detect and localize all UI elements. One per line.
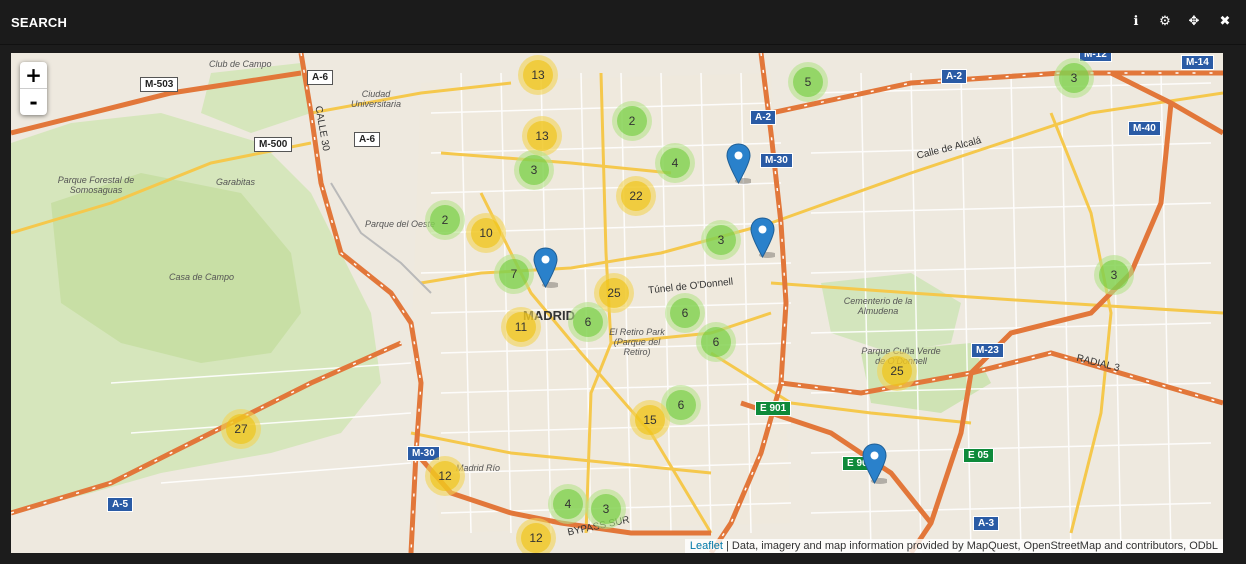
cluster-marker[interactable]: 15 — [630, 400, 670, 440]
map-marker-icon[interactable] — [750, 217, 775, 258]
cluster-count: 15 — [635, 405, 665, 435]
cluster-count: 4 — [553, 489, 583, 519]
cluster-count: 12 — [521, 523, 551, 553]
cluster-marker[interactable]: 3 — [1094, 255, 1134, 295]
close-icon[interactable]: ✖ — [1216, 12, 1234, 30]
leaflet-link[interactable]: Leaflet — [690, 540, 723, 552]
search-window: SEARCH ℹ ⚙ ✥ ✖ Club de Campo Ciudad Univ… — [0, 0, 1246, 564]
cluster-count: 6 — [670, 298, 700, 328]
cluster-marker[interactable]: 4 — [655, 143, 695, 183]
label-somosaguas: Parque Forestal de Somosaguas — [57, 175, 135, 195]
cluster-marker[interactable]: 6 — [665, 293, 705, 333]
cluster-marker[interactable]: 7 — [494, 254, 534, 294]
cluster-marker[interactable]: 3 — [514, 150, 554, 190]
shield-m40: M-40 — [1128, 121, 1161, 136]
shield-e05: E 05 — [963, 448, 994, 463]
cluster-marker[interactable]: 6 — [696, 322, 736, 362]
cluster-count: 6 — [573, 307, 603, 337]
cluster-count: 2 — [430, 205, 460, 235]
label-club-de-campo: Club de Campo — [209, 59, 272, 69]
cluster-marker[interactable]: 3 — [701, 220, 741, 260]
shield-a2: A-2 — [941, 69, 968, 84]
map-marker-icon[interactable] — [862, 443, 887, 484]
zoom-control: + - — [20, 62, 47, 115]
map-attribution: Leaflet | Data, imagery and map informat… — [684, 539, 1223, 553]
cluster-count: 3 — [1059, 63, 1089, 93]
window-title: SEARCH — [11, 15, 68, 30]
shield-m30: M-30 — [760, 153, 793, 168]
zoom-out-button[interactable]: - — [20, 89, 47, 115]
cluster-marker[interactable]: 22 — [616, 176, 656, 216]
label-casa-de-campo: Casa de Campo — [169, 272, 235, 282]
cluster-count: 25 — [882, 356, 912, 386]
shield-m14: M-14 — [1181, 55, 1214, 70]
cluster-count: 27 — [226, 414, 256, 444]
cluster-count: 10 — [471, 218, 501, 248]
map-marker-icon[interactable] — [533, 247, 558, 288]
cluster-count: 25 — [599, 278, 629, 308]
map-marker-icon[interactable] — [726, 143, 751, 184]
cluster-count: 3 — [706, 225, 736, 255]
cluster-marker[interactable]: 13 — [518, 55, 558, 95]
cluster-count: 7 — [499, 259, 529, 289]
cluster-count: 2 — [617, 106, 647, 136]
cluster-count: 3 — [591, 494, 621, 524]
cluster-count: 6 — [701, 327, 731, 357]
shield-m503: M-503 — [140, 77, 179, 92]
cluster-marker[interactable]: 3 — [586, 489, 626, 529]
shield-m23: M-23 — [971, 343, 1004, 358]
cluster-count: 22 — [621, 181, 651, 211]
cluster-count: 3 — [519, 155, 549, 185]
cluster-count: 3 — [1099, 260, 1129, 290]
label-garabitas: Garabitas — [216, 177, 256, 187]
cluster-count: 12 — [430, 461, 460, 491]
title-bar: SEARCH ℹ ⚙ ✥ ✖ — [0, 0, 1246, 45]
info-icon[interactable]: ℹ — [1127, 12, 1145, 30]
shield-m500: M-500 — [254, 137, 293, 152]
gear-icon[interactable]: ⚙ — [1156, 12, 1174, 30]
cluster-marker[interactable]: 6 — [568, 302, 608, 342]
cluster-count: 13 — [523, 60, 553, 90]
label-almudena: Cementerio de la Almudena — [843, 296, 913, 316]
cluster-count: 5 — [793, 67, 823, 97]
label-retiro: El Retiro Park (Parque del Retiro) — [609, 327, 665, 357]
cluster-marker[interactable]: 10 — [466, 213, 506, 253]
cluster-count: 11 — [506, 312, 536, 342]
cluster-marker[interactable]: 3 — [1054, 58, 1094, 98]
shield-a6-b: A-6 — [354, 132, 381, 147]
zoom-in-button[interactable]: + — [20, 62, 47, 89]
move-icon[interactable]: ✥ — [1185, 12, 1203, 30]
cluster-count: 6 — [666, 390, 696, 420]
cluster-marker[interactable]: 12 — [516, 518, 556, 553]
cluster-count: 4 — [660, 148, 690, 178]
cluster-count: 13 — [527, 121, 557, 151]
cluster-marker[interactable]: 2 — [612, 101, 652, 141]
label-ciudad-universitaria: Ciudad Universitaria — [350, 89, 401, 109]
cluster-marker[interactable]: 5 — [788, 62, 828, 102]
cluster-marker[interactable]: 25 — [877, 351, 917, 391]
map-view[interactable]: Club de Campo Ciudad Universitaria Parqu… — [11, 53, 1223, 553]
shield-e901: E 901 — [755, 401, 792, 416]
cluster-marker[interactable]: 4 — [548, 484, 588, 524]
cluster-marker[interactable]: 27 — [221, 409, 261, 449]
attribution-text: | Data, imagery and map information prov… — [722, 540, 1218, 552]
shield-a5: A-5 — [107, 497, 134, 512]
cluster-marker[interactable]: 11 — [501, 307, 541, 347]
shield-a3: A-3 — [973, 516, 1000, 531]
cluster-marker[interactable]: 12 — [425, 456, 465, 496]
shield-a2-b: A-2 — [750, 110, 777, 125]
shield-a6: A-6 — [307, 70, 334, 85]
cluster-marker[interactable]: 2 — [425, 200, 465, 240]
